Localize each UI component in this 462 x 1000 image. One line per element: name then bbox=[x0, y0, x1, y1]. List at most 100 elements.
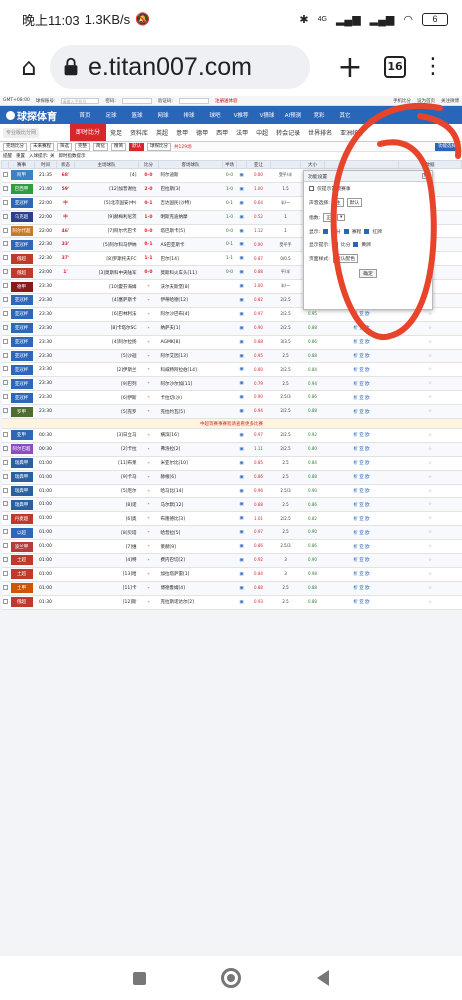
score-cell[interactable]: 0-1 bbox=[138, 196, 159, 211]
row-checkbox[interactable] bbox=[1, 237, 9, 253]
league-badge[interactable]: 瑞典甲 bbox=[10, 486, 33, 497]
data-links[interactable]: 析 亚 欧 bbox=[324, 335, 399, 350]
nav-ai[interactable]: AI预测 bbox=[280, 111, 306, 119]
info-icon[interactable]: ▣ bbox=[236, 168, 247, 183]
info-icon[interactable]: ▣ bbox=[236, 581, 247, 596]
home-team[interactable]: [10]霍芬海姆 bbox=[74, 279, 139, 295]
tab-database[interactable]: 资料库 bbox=[126, 128, 152, 137]
info-icon[interactable]: ▣ bbox=[236, 376, 247, 392]
display-cb-2[interactable] bbox=[343, 229, 349, 234]
back-icon[interactable] bbox=[317, 970, 330, 986]
home-team[interactable]: [5]沙迦 bbox=[74, 349, 139, 364]
score-cell[interactable]: - bbox=[138, 553, 159, 568]
league-badge[interactable]: 阿尔代超 bbox=[10, 226, 33, 236]
league-cell[interactable]: 亚冠杯 bbox=[8, 362, 35, 378]
home-team[interactable]: [4]塞萨斯卡 bbox=[74, 293, 139, 308]
row-checkbox[interactable] bbox=[1, 525, 9, 541]
recent-apps-icon[interactable] bbox=[132, 971, 146, 985]
simple-button[interactable]: 简化 bbox=[93, 142, 108, 151]
home-team[interactable]: [7]阿尔代巴卡 bbox=[74, 224, 139, 239]
score-cell[interactable]: - bbox=[138, 362, 159, 378]
filter-button[interactable]: 筛选 bbox=[57, 142, 72, 151]
confirm-button[interactable]: 确定 bbox=[359, 269, 377, 278]
star-icon[interactable]: ☆ bbox=[398, 321, 462, 336]
pro-label[interactable]: 专业版比分网 bbox=[0, 128, 70, 138]
info-icon[interactable]: ▣ bbox=[236, 442, 247, 457]
away-team[interactable]: 米亚尔比[10] bbox=[158, 456, 223, 471]
nav-forum[interactable]: 球吧 bbox=[202, 111, 228, 119]
league-cell[interactable]: 俄超 bbox=[8, 595, 35, 610]
row-checkbox[interactable] bbox=[1, 511, 9, 527]
league-cell[interactable]: 乌克超 bbox=[8, 210, 35, 225]
star-icon[interactable]: ☆ bbox=[398, 362, 462, 378]
home-team[interactable]: [5]北京国安(中) bbox=[74, 196, 139, 211]
tab-epl[interactable]: 英超 bbox=[152, 128, 172, 137]
league-badge[interactable]: 土超 bbox=[10, 555, 33, 566]
url-bar[interactable]: e.titan007.com bbox=[50, 45, 310, 89]
nav-vguess[interactable]: V猜球 bbox=[254, 111, 280, 119]
row-checkbox[interactable] bbox=[1, 182, 9, 197]
league-badge[interactable]: 土甲 bbox=[10, 583, 33, 594]
titan-score-button[interactable]: 球探比分 bbox=[147, 142, 171, 151]
row-checkbox[interactable] bbox=[1, 567, 9, 582]
info-icon[interactable]: ▣ bbox=[236, 349, 247, 364]
league-badge[interactable]: 乌克超 bbox=[10, 212, 33, 223]
row-checkbox[interactable] bbox=[1, 390, 9, 406]
league-badge[interactable]: 巴西甲 bbox=[10, 184, 33, 195]
info-icon[interactable]: ▣ bbox=[236, 404, 247, 420]
home-team[interactable]: [4]特 bbox=[74, 553, 139, 568]
league-cell[interactable]: 土超 bbox=[8, 567, 35, 582]
star-icon[interactable]: ☆ bbox=[398, 376, 462, 392]
league-cell[interactable]: 阿甲 bbox=[8, 168, 35, 183]
star-icon[interactable]: ☆ bbox=[398, 428, 462, 443]
data-links[interactable]: 析 亚 欧 bbox=[324, 567, 399, 582]
star-icon[interactable]: ☆ bbox=[398, 404, 462, 420]
league-badge[interactable]: 俄超 bbox=[10, 597, 33, 608]
away-team[interactable]: 博德鲁姆[4] bbox=[158, 581, 223, 596]
score-cell[interactable]: - bbox=[138, 428, 159, 443]
away-team[interactable]: 弗洛拉[2] bbox=[158, 442, 223, 457]
score-cell[interactable]: - bbox=[138, 279, 159, 295]
away-team[interactable]: 明斯克迪纳摩 bbox=[158, 210, 223, 225]
row-checkbox[interactable] bbox=[1, 376, 9, 392]
score-cell[interactable]: - bbox=[138, 525, 159, 541]
league-badge[interactable]: 亚冠杯 bbox=[10, 351, 33, 362]
home-team[interactable]: [3]莫斯科中央陆军 bbox=[74, 265, 139, 281]
row-checkbox[interactable] bbox=[1, 442, 9, 457]
row-checkbox[interactable] bbox=[1, 581, 9, 596]
weibo-link[interactable]: 关注微博 bbox=[441, 98, 459, 104]
password-input[interactable] bbox=[121, 97, 152, 104]
star-icon[interactable]: ☆ bbox=[398, 497, 462, 513]
league-cell[interactable]: 瑞典甲 bbox=[8, 497, 35, 513]
data-links[interactable]: 析 亚 欧 bbox=[324, 484, 399, 499]
score-cell[interactable]: - bbox=[138, 404, 159, 420]
league-badge[interactable]: 土超 bbox=[10, 569, 33, 580]
league-badge[interactable]: 亚冠杯 bbox=[10, 295, 33, 306]
register-link[interactable]: 注册送体验 bbox=[215, 98, 238, 104]
score-cell[interactable]: 1-1 bbox=[138, 251, 159, 267]
league-badge[interactable]: 阿尔巴超 bbox=[10, 444, 33, 455]
notice-cb-1[interactable] bbox=[332, 242, 338, 247]
info-icon[interactable]: ▣ bbox=[236, 237, 247, 253]
sound-select[interactable]: 默认 bbox=[346, 198, 363, 207]
info-icon[interactable]: ▣ bbox=[236, 265, 247, 281]
league-cell[interactable]: 亚冠杯 bbox=[8, 321, 35, 336]
away-team[interactable]: 阿尔沙巴布[4] bbox=[158, 307, 223, 322]
home-team[interactable]: [2]卡拉 bbox=[74, 442, 139, 457]
info-icon[interactable]: ▣ bbox=[236, 484, 247, 499]
info-icon[interactable]: ▣ bbox=[236, 553, 247, 568]
home-team[interactable]: [6]伊斯 bbox=[74, 390, 139, 406]
tab-ligue1[interactable]: 法甲 bbox=[232, 128, 252, 137]
nav-volleyball[interactable]: 排球 bbox=[176, 111, 202, 119]
league-badge[interactable]: 亚冠杯 bbox=[10, 239, 33, 250]
tab-csl[interactable]: 中超 bbox=[252, 128, 272, 137]
site-logo[interactable]: 球探体育 bbox=[0, 108, 72, 123]
away-team[interactable]: 塔巴斯卡[5] bbox=[158, 224, 223, 239]
away-team[interactable]: 巴尔[14] bbox=[158, 251, 223, 267]
row-checkbox[interactable] bbox=[1, 168, 9, 183]
col-time[interactable]: 时间 bbox=[34, 160, 57, 169]
info-icon[interactable]: ▣ bbox=[236, 497, 247, 513]
away-team[interactable]: 赫根[6] bbox=[158, 470, 223, 485]
nav-tennis[interactable]: 网球 bbox=[150, 111, 176, 119]
away-team[interactable]: 卡拉切(沙) bbox=[158, 390, 223, 406]
